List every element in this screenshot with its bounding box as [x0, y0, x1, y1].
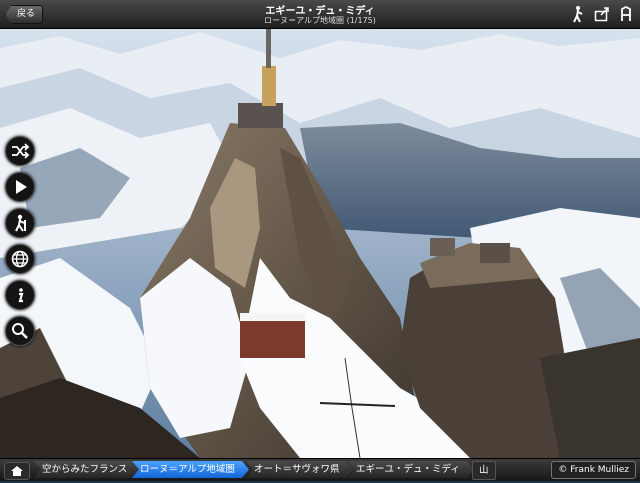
- globe-button[interactable]: [5, 244, 35, 274]
- shuffle-icon: [12, 143, 30, 159]
- home-button[interactable]: [4, 462, 30, 480]
- breadcrumb-item[interactable]: オート＝サヴォワ県: [246, 461, 354, 478]
- hiker-button[interactable]: [5, 208, 35, 238]
- navigation-bar: 戻る エギーユ・デュ・ミディ ローヌ＝アルプ地域圏 (1/175): [0, 0, 640, 29]
- breadcrumb-item-active[interactable]: ローヌ＝アルプ地域圏: [132, 461, 249, 478]
- search-button[interactable]: [5, 316, 35, 346]
- breadcrumb-bar: 空からみたフランス ローヌ＝アルプ地域圏 オート＝サヴォワ県 エギーユ・デュ・ミ…: [0, 458, 640, 481]
- hiker-icon: [15, 214, 26, 232]
- play-icon: [16, 180, 27, 194]
- home-icon: [11, 466, 23, 476]
- font-icon[interactable]: [618, 5, 634, 23]
- info-button[interactable]: [5, 280, 35, 310]
- share-icon[interactable]: [594, 5, 610, 23]
- photo-credit[interactable]: © Frank Mulliez: [551, 461, 636, 479]
- shuffle-button[interactable]: [5, 136, 35, 166]
- hiker-icon[interactable]: [570, 5, 586, 23]
- info-icon: [18, 288, 24, 303]
- page-subtitle: ローヌ＝アルプ地域圏 (1/175): [264, 16, 376, 25]
- play-button[interactable]: [5, 172, 35, 202]
- breadcrumb-item[interactable]: 空からみたフランス: [34, 461, 141, 478]
- breadcrumb-item[interactable]: エギーユ・デュ・ミディ: [348, 461, 474, 478]
- search-icon: [12, 323, 28, 339]
- category-tag[interactable]: 山: [472, 461, 496, 480]
- aerial-photo[interactable]: [0, 28, 640, 458]
- globe-icon: [11, 250, 29, 268]
